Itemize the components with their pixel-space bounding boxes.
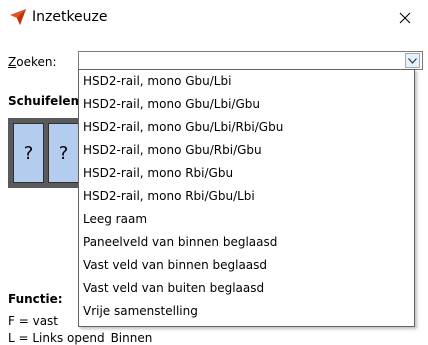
element-preview: ? ? — [8, 118, 84, 188]
dropdown-list[interactable]: HSD2-rail, mono Gbu/Lbi HSD2-rail, mono … — [78, 69, 415, 327]
function-legend-line: F = vast — [8, 314, 58, 328]
list-item[interactable]: Vrije samenstelling — [79, 300, 414, 323]
search-label: Zoeken: — [8, 55, 57, 69]
dropdown-toggle-button[interactable] — [405, 53, 420, 68]
preview-pane: ? — [13, 123, 44, 183]
chevron-down-icon — [408, 57, 417, 64]
title-bar: Inzetkeuze — [0, 0, 428, 36]
list-item[interactable]: HSD2-rail, mono Gbu/Lbi — [79, 70, 414, 93]
preview-pane: ? — [48, 123, 79, 183]
list-item[interactable]: Leeg raam — [79, 208, 414, 231]
list-item[interactable]: HSD2-rail, mono Rbi/Gbu/Lbi — [79, 185, 414, 208]
section-label: Schuifelement — [8, 94, 80, 108]
arrow-cursor-icon — [10, 9, 26, 25]
list-item[interactable]: Vast veld van binnen beglaasd — [79, 254, 414, 277]
close-button[interactable] — [382, 0, 428, 36]
list-item[interactable]: HSD2-rail, mono Gbu/Lbi/Gbu — [79, 93, 414, 116]
list-item[interactable]: HSD2-rail, mono Gbu/Rbi/Gbu — [79, 139, 414, 162]
close-icon — [399, 12, 411, 24]
window-title: Inzetkeuze — [32, 9, 108, 25]
list-item[interactable]: HSD2-rail, mono Rbi/Gbu — [79, 162, 414, 185]
list-item[interactable]: Vast veld van buiten beglaasd — [79, 277, 414, 300]
function-legend-line: L = Links opend Binnen — [8, 331, 153, 345]
search-input[interactable] — [78, 51, 423, 70]
list-item[interactable]: Paneelveld van binnen beglaasd — [79, 231, 414, 254]
function-label: Functie: — [8, 292, 63, 306]
list-item[interactable]: HSD2-rail, mono Gbu/Lbi/Rbi/Gbu — [79, 116, 414, 139]
